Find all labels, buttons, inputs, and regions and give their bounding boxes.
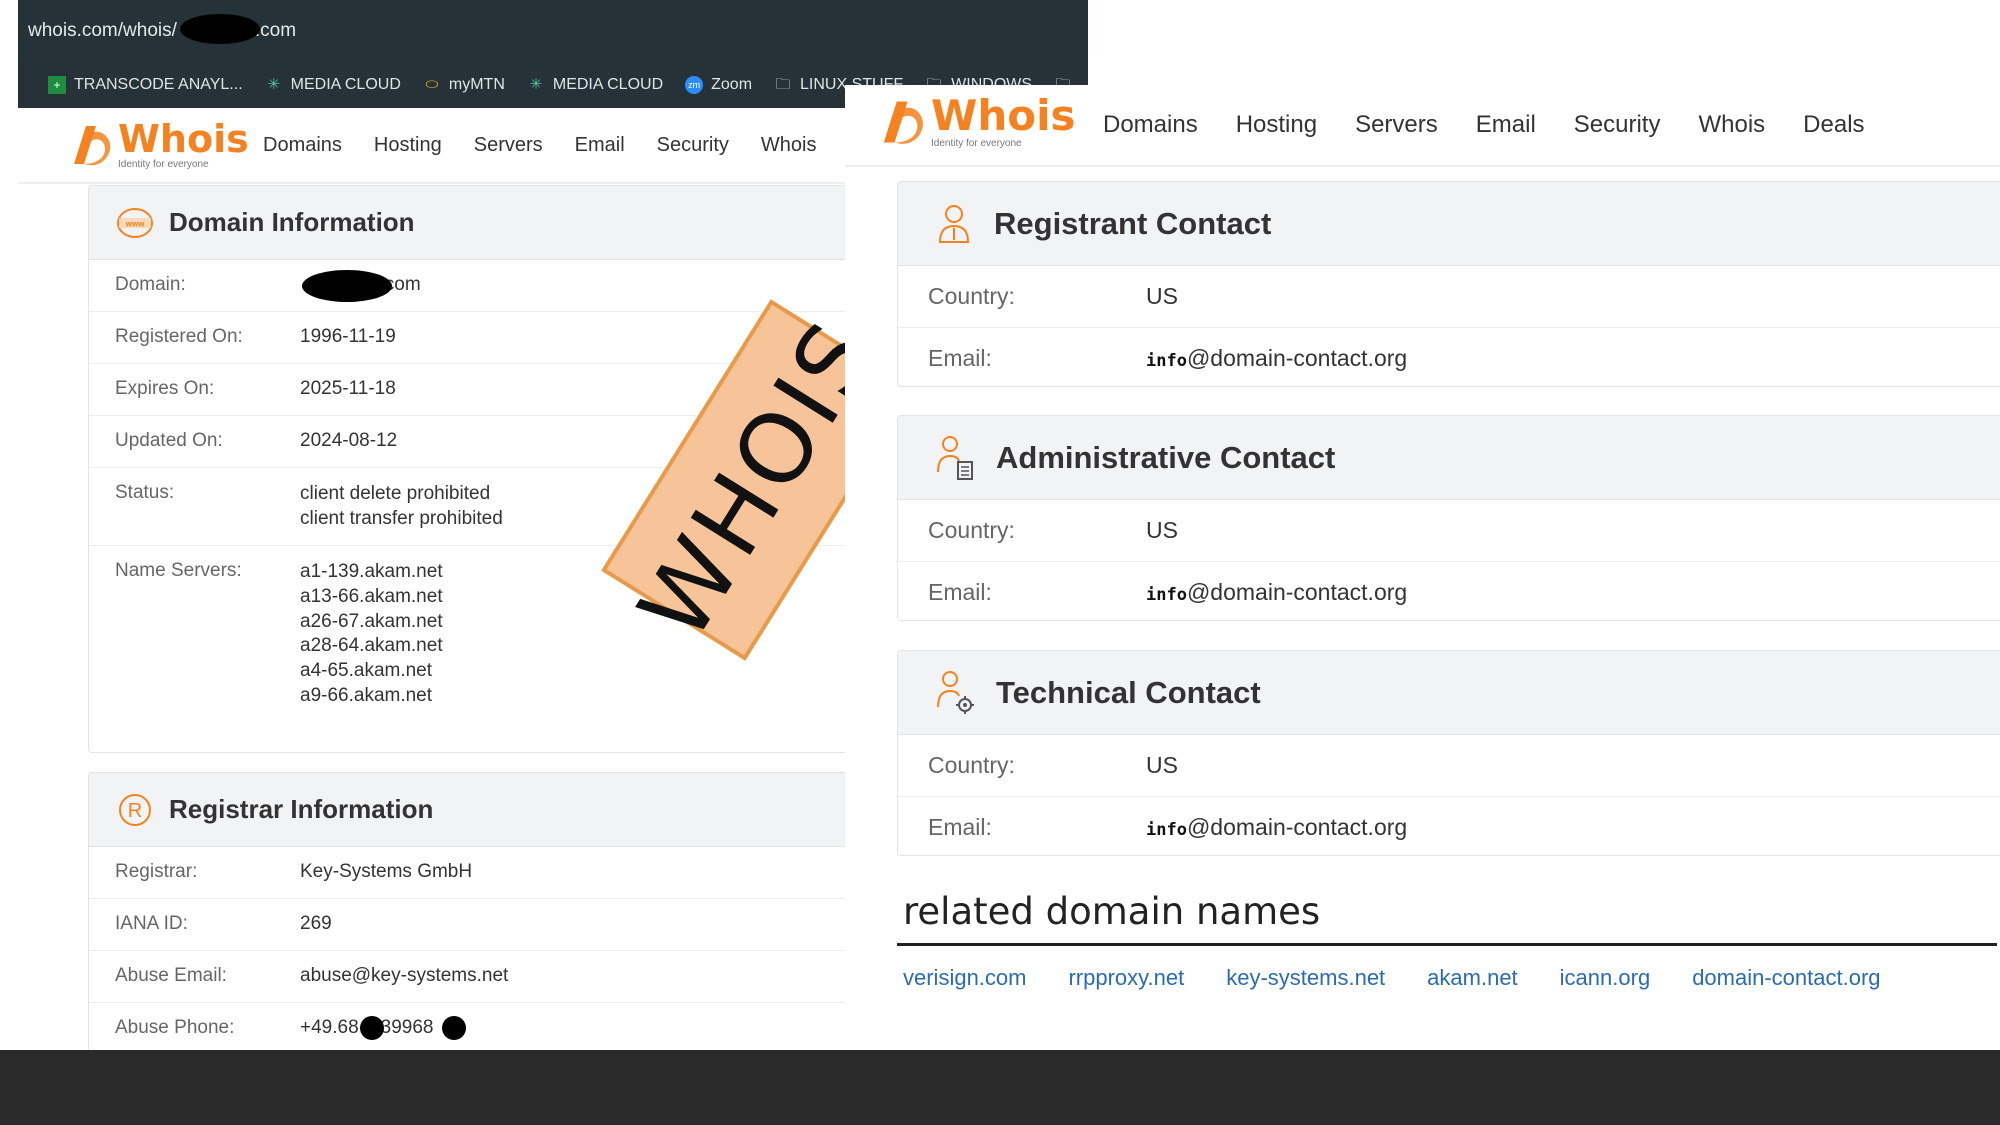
bookmark-transcode[interactable]: + TRANSCODE ANAYL... bbox=[48, 76, 243, 94]
logo-wordmark: Whois bbox=[931, 91, 1076, 140]
main-nav: Domains Hosting Servers Email Security W… bbox=[263, 134, 816, 157]
card-title: Registrar Information bbox=[169, 794, 434, 824]
bookmark-media-cloud-2[interactable]: ✳ MEDIA CLOUD bbox=[527, 76, 664, 94]
redaction-mark bbox=[442, 1016, 466, 1040]
technical-contact-header: Technical Contact bbox=[898, 651, 2000, 735]
nav-domains[interactable]: Domains bbox=[263, 134, 342, 157]
person-icon bbox=[938, 204, 970, 243]
contact-email: info@domain-contact.org bbox=[1146, 579, 1408, 605]
nameserver: a1-139.akam.net bbox=[300, 561, 443, 583]
card-title: Domain Information bbox=[169, 207, 415, 237]
address-bar[interactable]: whois.com/whois/ .com bbox=[18, 0, 1088, 62]
domain-value: s.com bbox=[300, 270, 421, 302]
nav-whois[interactable]: Whois bbox=[761, 134, 817, 157]
whois-logo-icon bbox=[74, 126, 111, 166]
nav-whois[interactable]: Whois bbox=[1698, 111, 1765, 139]
nav-servers[interactable]: Servers bbox=[474, 134, 543, 157]
folder-icon: 🗀 bbox=[775, 76, 791, 93]
person-gear-icon bbox=[937, 670, 974, 714]
related-domains-list: verisign.com rrpproxy.net key-systems.ne… bbox=[903, 965, 1881, 991]
related-domain-link[interactable]: rrpproxy.net bbox=[1068, 965, 1184, 991]
person-clipboard-icon bbox=[937, 435, 973, 480]
related-domain-link[interactable]: akam.net bbox=[1427, 965, 1518, 991]
svg-text:www: www bbox=[125, 219, 145, 228]
url-prefix: whois.com/whois/ bbox=[28, 20, 177, 41]
email-row: Email: info@domain-contact.org bbox=[928, 579, 1408, 605]
collage: whois.com/whois/ .com + TRANSCODE ANAYL..… bbox=[0, 0, 2000, 1125]
nav-servers[interactable]: Servers bbox=[1355, 111, 1438, 139]
logo-tagline: Identity for everyone bbox=[931, 138, 1022, 149]
bookmark-media-cloud[interactable]: ✳ MEDIA CLOUD bbox=[265, 76, 401, 94]
nav-deals[interactable]: Deals bbox=[1803, 111, 1864, 139]
nameserver: a9-66.akam.net bbox=[300, 684, 433, 706]
related-domain-link[interactable]: verisign.com bbox=[903, 965, 1026, 991]
related-domain-link[interactable]: domain-contact.org bbox=[1692, 965, 1880, 991]
email-row: Email: info@domain-contact.org bbox=[928, 814, 1408, 840]
contact-email: info@domain-contact.org bbox=[1146, 345, 1408, 371]
background-band bbox=[0, 1050, 2000, 1125]
site-header: Whois Identity for everyone Domains Host… bbox=[845, 85, 2000, 167]
redaction-mark bbox=[180, 14, 260, 44]
nav-domains[interactable]: Domains bbox=[1103, 111, 1198, 139]
registrant-contact-header: Registrant Contact bbox=[898, 182, 2000, 266]
contact-email: info@domain-contact.org bbox=[1146, 814, 1408, 840]
main-nav: Domains Hosting Servers Email Security W… bbox=[1103, 111, 1865, 139]
nameserver-list: a1-139.akam.net a13-66.akam.net a26-67.a… bbox=[300, 560, 443, 708]
url-suffix: .com bbox=[254, 20, 297, 41]
nav-security[interactable]: Security bbox=[657, 134, 729, 157]
divider bbox=[897, 943, 1997, 946]
nameserver: a4-65.akam.net bbox=[300, 660, 433, 682]
country-row: Country: US bbox=[898, 500, 2000, 562]
technical-contact-card: Technical Contact Country: US Email: inf… bbox=[897, 650, 2000, 856]
right-screenshot: Whois Identity for everyone Domains Host… bbox=[845, 85, 2000, 1050]
whois-logo-icon bbox=[883, 101, 924, 144]
redaction-mark bbox=[360, 1016, 384, 1040]
related-domain-link[interactable]: icann.org bbox=[1560, 965, 1651, 991]
bookmark-zoom[interactable]: zm Zoom bbox=[685, 76, 752, 94]
logo-wordmark: Whois bbox=[118, 117, 249, 161]
registered-mark-icon: R bbox=[119, 793, 151, 826]
nav-email[interactable]: Email bbox=[1476, 111, 1536, 139]
related-domains-heading: related domain names bbox=[903, 890, 1321, 933]
nav-security[interactable]: Security bbox=[1574, 111, 1661, 139]
nav-email[interactable]: Email bbox=[575, 134, 625, 157]
card-title: Technical Contact bbox=[996, 674, 1261, 710]
www-globe-icon: www bbox=[117, 207, 153, 238]
logo-tagline: Identity for everyone bbox=[118, 159, 209, 170]
sheet-icon: + bbox=[48, 76, 66, 94]
zoom-icon: zm bbox=[685, 76, 704, 94]
mtn-icon: ⬭ bbox=[425, 76, 439, 93]
nav-hosting[interactable]: Hosting bbox=[374, 134, 442, 157]
nav-hosting[interactable]: Hosting bbox=[1236, 111, 1317, 139]
registrant-contact-card: Registrant Contact Country: US Email: in… bbox=[897, 181, 2000, 387]
nameserver: a13-66.akam.net bbox=[300, 586, 443, 608]
email-row: Email: info@domain-contact.org bbox=[928, 345, 1408, 371]
administrative-contact-header: Administrative Contact bbox=[898, 416, 2000, 500]
nameserver: a26-67.akam.net bbox=[300, 610, 443, 632]
country-row: Country: US bbox=[898, 266, 2000, 328]
whois-logo[interactable]: Whois Identity for everyone bbox=[66, 120, 249, 170]
administrative-contact-card: Administrative Contact Country: US Email… bbox=[897, 415, 2000, 621]
nameserver: a28-64.akam.net bbox=[300, 635, 443, 657]
status-values: client delete prohibited client transfer… bbox=[300, 483, 503, 529]
whois-logo[interactable]: Whois Identity for everyone bbox=[875, 95, 1075, 149]
country-row: Country: US bbox=[898, 735, 2000, 797]
card-title: Registrant Contact bbox=[994, 205, 1272, 241]
related-domain-link[interactable]: key-systems.net bbox=[1226, 965, 1385, 991]
svg-text:R: R bbox=[128, 800, 142, 822]
cloud-network-icon: ✳ bbox=[267, 76, 280, 93]
abuse-phone-value: +49.68 39968 bbox=[300, 1016, 466, 1041]
cloud-network-icon: ✳ bbox=[529, 76, 543, 93]
card-title: Administrative Contact bbox=[996, 439, 1336, 475]
redaction-mark bbox=[302, 270, 392, 302]
bookmark-mymtn[interactable]: ⬭ myMTN bbox=[423, 76, 504, 94]
